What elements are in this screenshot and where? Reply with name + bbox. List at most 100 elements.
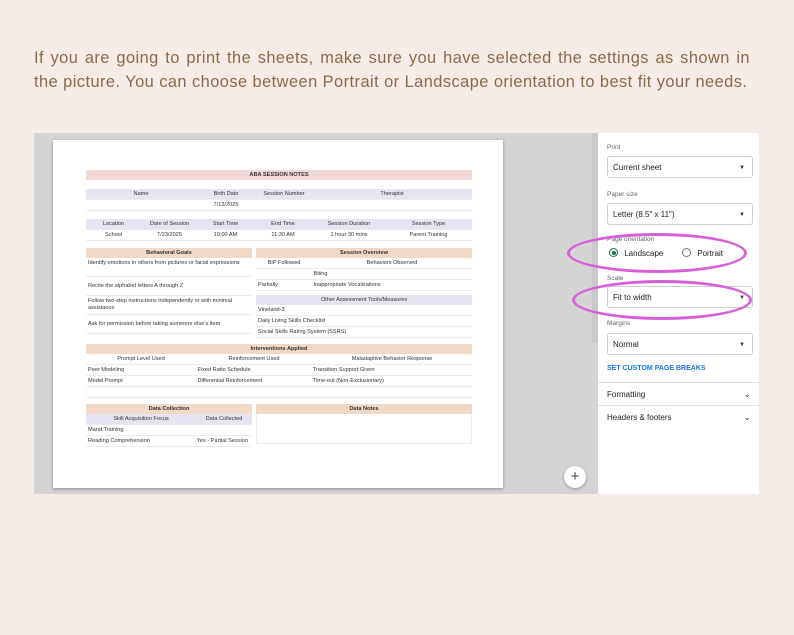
behavior-value: Inappropriate Vocalizations: [313, 282, 381, 288]
print-preview-page: ABA SESSION NOTES Name Birth Date Sessio…: [53, 140, 503, 488]
data-notes-area: [256, 414, 472, 444]
custom-page-breaks-link[interactable]: SET CUSTOM PAGE BREAKS: [607, 365, 706, 372]
plus-icon: +: [570, 468, 580, 485]
end-time-value: 11:30 AM: [271, 232, 295, 238]
session-duration-value: 1 hour 30 mins: [330, 232, 368, 238]
name-value: [86, 200, 196, 210]
goal-item: Follow two-step instructions independent…: [86, 296, 252, 315]
session-overview-block: Session Overview BIP Followed Behaviors …: [256, 248, 472, 338]
print-label: Print: [607, 144, 621, 151]
info1-value-row: 7/12/2025: [86, 200, 472, 211]
goal-item: Ask for permission before taking someone…: [86, 315, 252, 334]
aba-session-notes-sheet: ABA SESSION NOTES Name Birth Date Sessio…: [86, 170, 472, 447]
reinforcement-header: Reinforcement Used: [228, 356, 280, 362]
session-type-value: Parent Training: [409, 232, 448, 238]
sheet-title: ABA SESSION NOTES: [86, 170, 472, 180]
maladaptive-header: Maladaptive Behavior Response: [351, 356, 433, 362]
paper-size-select[interactable]: Letter (8.5" x 11") ▼: [607, 203, 753, 225]
reinforcement-value: Differential Reinforcement: [197, 378, 263, 384]
session-type-header: Session Type: [411, 221, 446, 227]
data-collection-title: Data Collection: [86, 404, 252, 414]
name-header: Name: [133, 191, 149, 197]
maladaptive-value: Time-out (Non-Exclusionary): [312, 378, 384, 384]
tool-item: Daily Living Skills Checklist: [256, 316, 472, 327]
overview-header-row: BIP Followed Behaviors Observed: [256, 258, 472, 269]
data-section: Data Collection Skill Acquisition Focus …: [86, 404, 472, 447]
intro-text: If you are going to print the sheets, ma…: [34, 49, 750, 92]
skill-focus-value: Reading Comprehension: [88, 438, 150, 444]
interventions-title: Interventions Applied: [86, 344, 472, 354]
behavioral-goals-title: Behavioral Goals: [86, 248, 252, 258]
dropdown-caret-icon: ▼: [739, 165, 745, 171]
info2-header-row: Location Date of Session Start Time End …: [86, 219, 472, 230]
date-of-session-header: Date of Session: [149, 221, 190, 227]
scale-highlight-oval: [572, 280, 752, 320]
margins-label: Margins: [607, 320, 631, 327]
scale-label: Scale: [607, 275, 624, 282]
headers-footers-label: Headers & footers: [607, 413, 672, 422]
formatting-section[interactable]: Formatting ⌄: [598, 382, 759, 405]
skill-focus-header: Skill Acquisition Focus: [113, 416, 169, 422]
dropdown-caret-icon: ▼: [739, 342, 745, 348]
start-time-header: Start Time: [212, 221, 239, 227]
bip-value: Partially: [258, 282, 278, 288]
prompt-level-header: Prompt Level Used: [117, 356, 165, 362]
data-collected-value: Yes - Partial Session: [196, 438, 249, 444]
paper-size-label: Paper size: [607, 191, 638, 198]
tool-item-label: Daily Living Skills Checklist: [258, 318, 326, 324]
tool-item-label: Vineland-3: [258, 307, 285, 313]
maladaptive-value: Transition Support Given: [312, 367, 375, 373]
margins-value: Normal: [613, 340, 639, 349]
data-collected-value: [197, 425, 252, 435]
tool-item: Social Skills Rating System (SSRS): [256, 327, 472, 338]
dropdown-caret-icon: ▼: [739, 212, 745, 218]
behaviors-observed-header: Behaviors Observed: [366, 260, 418, 266]
prompt-level-value: Peer Modeling: [88, 367, 125, 373]
headers-footers-section[interactable]: Headers & footers ⌄: [598, 405, 759, 428]
session-duration-header: Session Duration: [327, 221, 371, 227]
add-button[interactable]: +: [564, 466, 586, 488]
date-of-session-value: 7/23/2025: [157, 232, 182, 238]
print-select[interactable]: Current sheet ▼: [607, 156, 753, 178]
data-notes-title: Data Notes: [256, 404, 472, 414]
start-time-value: 10:00 AM: [213, 232, 238, 238]
interventions-row: Peer Modeling Fixed Ratio Schedule Trans…: [86, 365, 472, 376]
behavior-value: Biting: [313, 271, 328, 277]
prompt-level-value: Model Prompt: [88, 378, 123, 384]
interventions-row-empty: [86, 387, 472, 398]
location-value: School: [104, 232, 123, 238]
overview-row: Partially Inappropriate Vocalizations: [256, 280, 472, 291]
behavioral-goals-block: Behavioral Goals Identify emotions in ot…: [86, 248, 252, 338]
overview-row: Biting: [256, 269, 472, 280]
birth-date-value: 7/12/2025: [213, 202, 239, 208]
chevron-down-icon: ⌄: [743, 412, 751, 422]
goals-overview-section: Behavioral Goals Identify emotions in ot…: [86, 248, 472, 338]
end-time-header: End Time: [271, 221, 295, 227]
info2-value-row: School 7/23/2025 10:00 AM 11:30 AM 1 hou…: [86, 230, 472, 241]
paper-size-value: Letter (8.5" x 11"): [613, 210, 675, 219]
skill-focus-value: Mand Training: [88, 427, 124, 433]
data-collection-block: Data Collection Skill Acquisition Focus …: [86, 404, 252, 447]
bip-followed-header: BIP Followed: [267, 260, 301, 266]
location-header: Location: [102, 221, 125, 227]
other-tools-title: Other Assessment Tools/Measures: [256, 295, 472, 305]
tool-item: Vineland-3: [256, 305, 472, 316]
goal-item: Identify emotions in others from picture…: [86, 258, 252, 277]
formatting-label: Formatting: [607, 390, 646, 399]
therapist-header: Therapist: [380, 191, 404, 197]
data-collection-header-row: Skill Acquisition Focus Data Collected: [86, 414, 252, 425]
interventions-row: Model Prompt Differential Reinforcement …: [86, 376, 472, 387]
reinforcement-value: Fixed Ratio Schedule: [197, 367, 251, 373]
bip-value: [256, 269, 313, 279]
birth-date-header: Birth Date: [213, 191, 239, 197]
print-select-value: Current sheet: [613, 163, 662, 172]
session-number-header: Session Number: [263, 191, 305, 197]
margins-select[interactable]: Normal ▼: [607, 333, 753, 355]
data-collection-row: Reading Comprehension Yes - Partial Sess…: [86, 436, 252, 447]
data-collected-header: Data Collected: [205, 416, 243, 422]
info1-header-row: Name Birth Date Session Number Therapist: [86, 189, 472, 200]
goal-item: Recite the alphabet letters A through Z: [86, 277, 252, 296]
tool-item-label: Social Skills Rating System (SSRS): [258, 329, 347, 335]
chevron-down-icon: ⌄: [743, 389, 751, 399]
data-collection-row: Mand Training: [86, 425, 252, 436]
